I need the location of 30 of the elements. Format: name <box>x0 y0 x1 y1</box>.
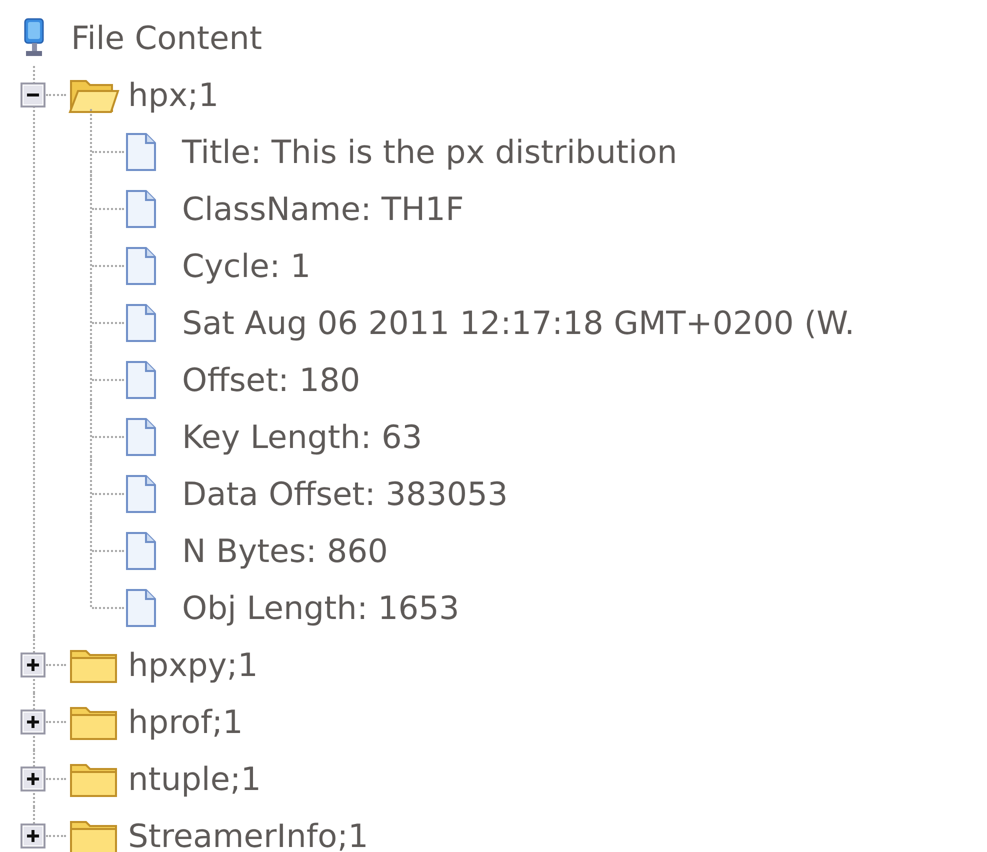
property-label[interactable]: Cycle: 1 <box>182 246 311 284</box>
folder-label[interactable]: StreamerInfo;1 <box>128 816 368 852</box>
document-icon <box>124 474 158 514</box>
property-label[interactable]: ClassName: TH1F <box>182 190 464 228</box>
property-label[interactable]: Obj Length: 1653 <box>182 588 460 626</box>
document-icon <box>124 588 158 628</box>
expand-toggle[interactable] <box>20 708 46 734</box>
computer-icon <box>23 18 45 58</box>
folder-label[interactable]: hpxpy;1 <box>128 646 258 684</box>
folder-label[interactable]: hprof;1 <box>128 702 244 740</box>
document-icon <box>124 246 158 286</box>
document-icon <box>124 360 158 400</box>
folder-label[interactable]: hpx;1 <box>128 76 219 114</box>
expand-toggle[interactable] <box>20 652 46 678</box>
property-label[interactable]: Title: This is the px distribution <box>182 132 678 170</box>
expand-toggle[interactable] <box>20 822 46 848</box>
expand-toggle[interactable] <box>20 766 46 792</box>
tree-root-label[interactable]: File Content <box>71 18 262 56</box>
property-label[interactable]: N Bytes: 860 <box>182 532 388 570</box>
property-label[interactable]: Sat Aug 06 2011 12:17:18 GMT+0200 (W. <box>182 304 855 342</box>
property-label[interactable]: Offset: 180 <box>182 360 360 398</box>
property-label[interactable]: Data Offset: 383053 <box>182 474 508 512</box>
document-icon <box>124 132 158 172</box>
property-label[interactable]: Key Length: 63 <box>182 418 422 456</box>
folder-label[interactable]: ntuple;1 <box>128 760 262 798</box>
document-icon <box>124 188 158 228</box>
document-icon <box>124 416 158 456</box>
collapse-toggle[interactable] <box>20 82 46 108</box>
document-icon <box>124 302 158 342</box>
document-icon <box>124 530 158 570</box>
